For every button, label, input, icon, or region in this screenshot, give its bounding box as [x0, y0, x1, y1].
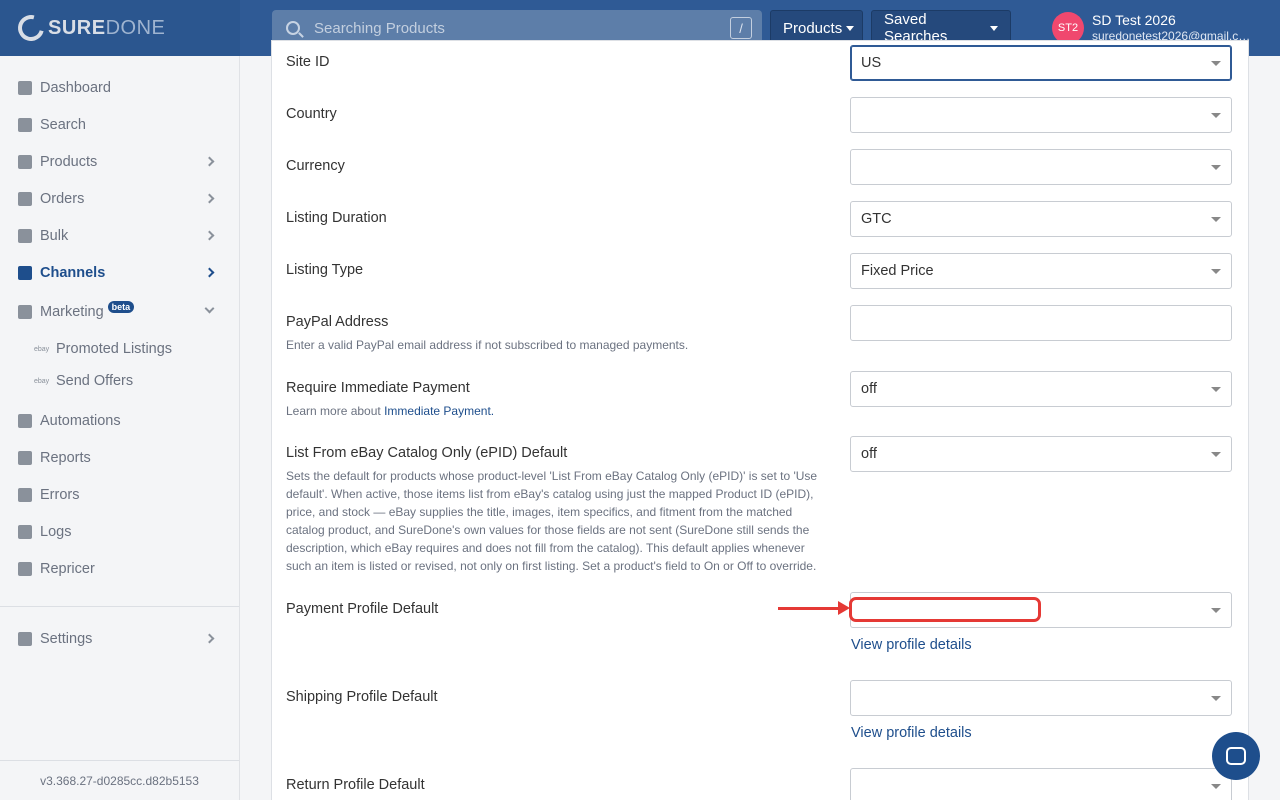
caret-down-icon	[1211, 608, 1221, 613]
sidebar-subitem-send-offers[interactable]: ebay Send Offers	[34, 368, 133, 394]
cubes-icon	[18, 155, 32, 169]
logo[interactable]: SUREDONE	[0, 0, 240, 56]
caret-down-icon	[1211, 217, 1221, 222]
sidebar-item-channels[interactable]: Channels	[0, 258, 239, 288]
caret-down-icon	[1211, 61, 1221, 66]
caret-down-icon	[1211, 784, 1221, 789]
logo-text-strong: SURE	[48, 16, 106, 39]
cogs-icon	[18, 414, 32, 428]
search-shortcut-key: /	[730, 17, 752, 39]
epid-default-select[interactable]: off	[850, 436, 1232, 472]
sidebar-item-dashboard[interactable]: Dashboard	[0, 73, 239, 103]
epid-default-label: List From eBay Catalog Only (ePID) Defau…	[286, 445, 568, 461]
list-icon	[18, 525, 32, 539]
warning-icon	[18, 488, 32, 502]
sidebar-divider	[0, 606, 239, 607]
gear-icon	[18, 632, 32, 646]
immediate-payment-select[interactable]: off	[850, 371, 1232, 407]
epid-default-help: Sets the default for products whose prod…	[286, 469, 818, 573]
immediate-payment-link[interactable]: Immediate Payment.	[384, 404, 494, 418]
logo-icon	[13, 10, 49, 46]
annotation-highlight-box	[849, 597, 1041, 622]
sidebar-item-reports[interactable]: Reports	[0, 443, 239, 473]
caret-down-icon	[846, 25, 855, 31]
payment-profile-details-link[interactable]: View profile details	[851, 637, 972, 653]
sidebar-item-orders[interactable]: Orders	[0, 184, 239, 214]
listing-duration-label: Listing Duration	[286, 210, 387, 226]
ebay-settings-form: Site ID US Country Currency Listing Dura…	[271, 40, 1249, 800]
sidebar-item-products[interactable]: Products	[0, 147, 239, 177]
shipping-profile-select[interactable]	[850, 680, 1232, 716]
search-input[interactable]	[314, 19, 714, 37]
caret-down-icon	[990, 25, 998, 31]
chevron-right-icon	[204, 230, 215, 241]
clipboard-icon	[18, 192, 32, 206]
sidebar: Dashboard Search Products Orders Bulk Ch…	[0, 56, 240, 800]
immediate-payment-label: Require Immediate Payment	[286, 380, 470, 396]
logo-text-light: DONE	[105, 16, 166, 39]
paypal-address-help: Enter a valid PayPal email address if no…	[286, 338, 689, 352]
country-select[interactable]	[850, 97, 1232, 133]
sidebar-item-bulk[interactable]: Bulk	[0, 221, 239, 251]
sidebar-item-repricer[interactable]: Repricer	[0, 554, 239, 584]
chevron-right-icon	[204, 267, 215, 278]
caret-down-icon	[1211, 165, 1221, 170]
return-profile-label: Return Profile Default	[286, 777, 425, 793]
shipping-profile-label: Shipping Profile Default	[286, 689, 438, 705]
country-label: Country	[286, 106, 337, 122]
annotation-arrow	[778, 607, 840, 610]
ebay-icon: ebay	[34, 377, 50, 385]
chat-launcher-button[interactable]	[1212, 732, 1260, 780]
caret-down-icon	[1211, 696, 1221, 701]
chat-icon	[1226, 747, 1246, 765]
caret-down-icon	[1211, 269, 1221, 274]
user-name: SD Test 2026	[1092, 12, 1176, 28]
paypal-address-label: PayPal Address	[286, 314, 389, 330]
csv-file-icon	[18, 229, 32, 243]
chevron-right-icon	[204, 633, 215, 644]
payment-profile-label: Payment Profile Default	[286, 601, 439, 617]
sidebar-item-marketing[interactable]: Marketing beta	[0, 297, 239, 327]
currency-label: Currency	[286, 158, 345, 174]
search-icon	[18, 118, 32, 132]
search-icon	[286, 21, 300, 35]
paypal-address-input[interactable]	[850, 305, 1232, 341]
listing-type-select[interactable]: Fixed Price	[850, 253, 1232, 289]
site-id-select[interactable]: US	[850, 45, 1232, 81]
sidebar-item-logs[interactable]: Logs	[0, 517, 239, 547]
file-icon	[18, 451, 32, 465]
caret-down-icon	[1211, 113, 1221, 118]
home-icon	[18, 81, 32, 95]
caret-down-icon	[1211, 452, 1221, 457]
sidebar-item-errors[interactable]: Errors	[0, 480, 239, 510]
app-version: v3.368.27-d0285cc.d82b5153	[0, 760, 239, 800]
ebay-icon: ebay	[34, 345, 50, 353]
sidebar-item-settings[interactable]: Settings	[0, 624, 239, 654]
listing-type-label: Listing Type	[286, 262, 364, 278]
chevron-right-icon	[204, 156, 215, 167]
return-profile-select[interactable]	[850, 768, 1232, 800]
immediate-payment-help: Learn more about Immediate Payment.	[286, 404, 495, 418]
listing-duration-select[interactable]: GTC	[850, 201, 1232, 237]
chevron-down-icon	[204, 303, 215, 314]
tag-icon	[18, 562, 32, 576]
beta-badge: beta	[107, 301, 135, 313]
sidebar-subitem-promoted-listings[interactable]: ebay Promoted Listings	[34, 336, 172, 362]
chevron-right-icon	[204, 193, 215, 204]
bullhorn-icon	[18, 305, 32, 319]
caret-down-icon	[1211, 387, 1221, 392]
exchange-arrows-icon	[18, 266, 32, 280]
currency-select[interactable]	[850, 149, 1232, 185]
shipping-profile-details-link[interactable]: View profile details	[851, 725, 972, 741]
sidebar-item-search[interactable]: Search	[0, 110, 239, 140]
site-id-label: Site ID	[286, 54, 330, 70]
sidebar-item-automations[interactable]: Automations	[0, 406, 239, 436]
